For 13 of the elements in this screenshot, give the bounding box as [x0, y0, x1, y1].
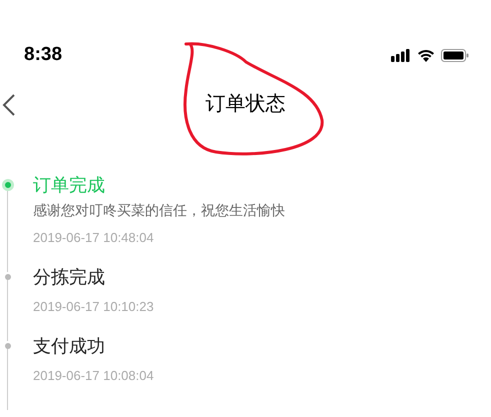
- wifi-icon: [417, 48, 435, 62]
- battery-icon: [441, 48, 469, 62]
- signal-icon: [391, 48, 411, 62]
- status-time: 8:38: [24, 42, 62, 67]
- back-icon[interactable]: [2, 93, 16, 117]
- page-title: 订单状态: [206, 92, 286, 117]
- status-title: 支付成功: [33, 335, 106, 358]
- timestamp-label: 2019-06-17 10:48:04: [33, 229, 155, 247]
- status-title: 分拣完成: [33, 266, 106, 289]
- status-title: 订单完成: [33, 174, 106, 197]
- status-description: 感谢您对叮咚买菜的信任，祝您生活愉快: [33, 201, 286, 220]
- timestamp-label: 2019-06-17 10:08:04: [33, 367, 155, 385]
- timestamp-label: 2019-06-17 10:10:23: [33, 298, 155, 316]
